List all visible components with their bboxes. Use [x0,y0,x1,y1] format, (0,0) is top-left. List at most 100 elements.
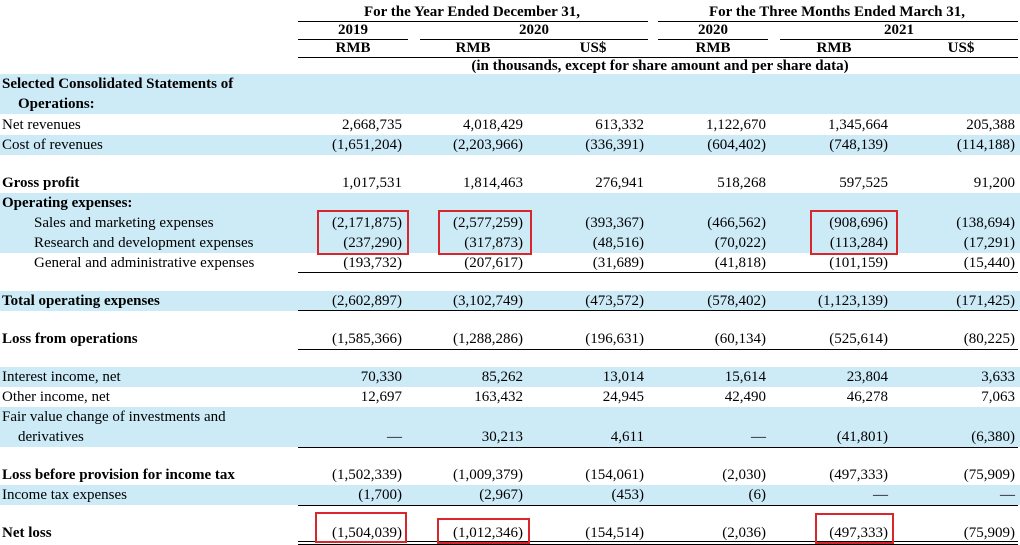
cell-value: (70,022) [714,235,766,251]
cell-value: (393,367) [585,215,644,231]
table-row-section-title: Selected Consolidated Statements of [0,74,1020,94]
cell-value: — [873,487,888,503]
cell-value: — [387,429,402,445]
cell-value: 13,014 [602,369,644,385]
currency-header: RMB [335,40,371,56]
currency-header: US$ [579,40,607,56]
cell-value: — [751,429,766,445]
header-year-group: For the Year Ended December 31, [363,4,581,20]
table-row-income-tax: Income tax expenses (1,700) (2,967) (453… [0,485,1020,505]
cell-value: 46,278 [846,389,888,405]
cell-value: (6,380) [971,429,1015,445]
cell-value: (75,909) [963,467,1015,483]
table-row-section-title-2: Operations: [0,94,1020,114]
cell-value: (80,225) [963,331,1015,347]
table-row-cost-of-revenues: Cost of revenues (1,651,204) (2,203,966)… [0,135,1020,155]
cell-value: (207,617) [464,255,523,271]
cell-value: (48,516) [592,235,644,251]
cell-value: 163,432 [474,389,523,405]
cell-value: (2,602,897) [332,293,402,309]
cell-value: (497,333) [829,467,888,483]
cell-value: 613,332 [595,117,644,133]
row-label: Loss before provision for income tax [2,467,235,483]
row-label: Operating expenses: [2,195,133,211]
cell-value: 1,345,664 [828,117,888,133]
cell-value: (3,102,749) [453,293,523,309]
header-quarter-2020: 2020 [698,22,728,38]
cell-value: 15,614 [724,369,766,385]
cell-value: 1,814,463 [463,175,523,191]
subtotal-rule [298,310,1018,311]
cell-value: (1,651,204) [332,137,402,153]
row-label: Research and development expenses [34,235,254,251]
row-label: Loss from operations [2,331,138,347]
row-label: Other income, net [2,389,110,405]
cell-value: 597,525 [839,175,888,191]
cell-value: (171,425) [956,293,1015,309]
cell-value: 23,804 [846,369,888,385]
cell-value: — [1000,487,1015,503]
cell-value: 42,490 [724,389,766,405]
cell-value: (336,391) [585,137,644,153]
cell-value: (154,061) [585,467,644,483]
cell-value: (1,700) [358,487,402,503]
cell-value: 1,122,670 [706,117,766,133]
subtotal-rule [298,505,1018,506]
cell-value: 85,262 [481,369,523,385]
row-label: Net loss [2,525,52,541]
cell-value: 12,697 [360,389,402,405]
section-title-cont: Operations: [18,96,95,112]
cell-value: (525,614) [829,331,888,347]
table-row-total-operating: Total operating expenses (2,602,897) (3,… [0,291,1020,311]
subtotal-rule [298,447,1018,448]
units-note: (in thousands, except for share amount a… [471,58,849,74]
cell-value: (15,440) [963,255,1015,271]
highlight-box-2020-net-loss [437,518,530,544]
cell-value: 91,200 [973,175,1015,191]
highlight-box-q2021-net-loss [815,513,894,544]
subtotal-rule [298,349,1018,350]
currency-header: US$ [947,40,975,56]
row-label: Income tax expenses [2,487,127,503]
cell-value: (154,514) [585,525,644,541]
cell-value: (114,188) [956,137,1015,153]
cell-value: 2,668,735 [342,117,402,133]
cell-value: (2,030) [722,467,766,483]
cell-value: (748,139) [829,137,888,153]
currency-header: RMB [816,40,852,56]
cell-value: (453) [611,487,645,503]
cell-value: 24,945 [602,389,644,405]
cell-value: (6) [748,487,767,503]
currency-header: RMB [455,40,491,56]
cell-value: (1,123,139) [818,293,888,309]
cell-value: (138,694) [956,215,1015,231]
header-year-2019: 2019 [338,22,368,38]
table-row-gross-profit: Gross profit 1,017,531 1,814,463 276,941… [0,173,1020,193]
cell-value: 70,330 [360,369,402,385]
header-quarter-group: For the Three Months Ended March 31, [709,4,965,20]
table-row-loss-before-tax: Loss before provision for income tax (1,… [0,465,1020,485]
table-row-net-revenues: Net revenues 2,668,735 4,018,429 613,332… [0,115,1020,135]
cell-value: (193,732) [343,255,402,271]
currency-header: RMB [695,40,731,56]
highlight-box-q2021-expenses [810,210,898,255]
subtotal-rule [298,272,1018,273]
cell-value: (75,909) [963,525,1015,541]
cell-value: (466,562) [707,215,766,231]
cell-value: (196,631) [585,331,644,347]
cell-value: (2,203,966) [453,137,523,153]
cell-value: (17,291) [963,235,1015,251]
row-label: Total operating expenses [2,293,160,309]
cell-value: 7,063 [981,389,1015,405]
table-row-fair-value-label: Fair value change of investments and [0,407,1020,427]
cell-value: (41,818) [714,255,766,271]
highlight-box-2020-expenses [438,210,532,255]
highlight-box-2019-net-loss [315,512,407,543]
cell-value: 518,268 [717,175,766,191]
table-row-fair-value: derivatives — 30,213 4,611 — (41,801) (6… [0,427,1020,447]
section-title: Selected Consolidated Statements of [2,76,234,92]
row-label: Net revenues [2,117,81,133]
table-row-general-admin: General and administrative expenses (193… [0,253,1020,273]
table-row-loss-from-operations: Loss from operations (1,585,366) (1,288,… [0,329,1020,349]
cell-value: (1,288,286) [453,331,523,347]
